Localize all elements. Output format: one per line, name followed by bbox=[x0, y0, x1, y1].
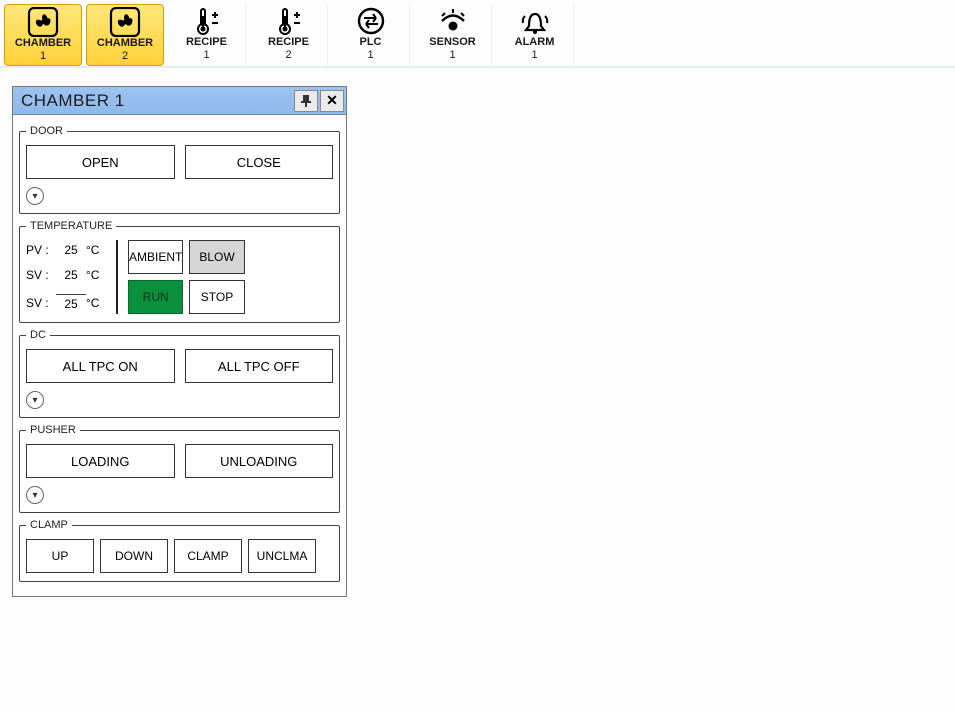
clamp-up-button[interactable]: UP bbox=[26, 539, 94, 573]
tab-label: PLC bbox=[360, 37, 382, 49]
panel-title-text: CHAMBER 1 bbox=[21, 91, 125, 111]
close-icon: ✕ bbox=[326, 92, 338, 109]
loading-label: LOADING bbox=[71, 454, 130, 469]
ambient-label: AMBIENT bbox=[129, 250, 182, 264]
sv1-value: 25 bbox=[56, 268, 86, 282]
stop-button[interactable]: STOP bbox=[189, 280, 244, 314]
close-button[interactable]: ✕ bbox=[320, 90, 344, 112]
clamp-group: CLAMP UP DOWN CLAMP UNCLMA bbox=[19, 519, 340, 582]
sv1-label: SV : bbox=[26, 268, 56, 282]
sv1-unit: °C bbox=[86, 268, 106, 282]
tab-chamber-1[interactable]: CHAMBER 1 bbox=[4, 4, 82, 66]
sv2-value[interactable]: 25 bbox=[56, 294, 86, 311]
pv-label: PV : bbox=[26, 243, 56, 257]
tab-label: CHAMBER bbox=[15, 38, 71, 50]
all-tpc-off-button[interactable]: ALL TPC OFF bbox=[185, 349, 334, 383]
tab-recipe-2[interactable]: RECIPE 2 bbox=[250, 4, 328, 66]
chevron-down-icon: ▾ bbox=[32, 395, 37, 406]
door-close-button[interactable]: CLOSE bbox=[185, 145, 334, 179]
tab-label: RECIPE bbox=[186, 37, 227, 49]
tab-chamber-2[interactable]: CHAMBER 2 bbox=[86, 4, 164, 66]
tab-sub: 1 bbox=[449, 49, 455, 61]
clamp-up-label: UP bbox=[52, 549, 69, 563]
stop-label: STOP bbox=[201, 290, 233, 304]
top-toolbar: CHAMBER 1 CHAMBER 2 bbox=[0, 0, 955, 68]
ambient-button[interactable]: AMBIENT bbox=[128, 240, 183, 274]
dc-expand-button[interactable]: ▾ bbox=[26, 391, 44, 409]
panel-titlebar: CHAMBER 1 ✕ bbox=[13, 87, 346, 115]
tab-alarm-1[interactable]: ALARM 1 bbox=[496, 4, 574, 66]
unclamp-label: UNCLMA bbox=[257, 549, 308, 563]
thermometer-icon bbox=[272, 6, 306, 36]
all-tpc-off-label: ALL TPC OFF bbox=[218, 359, 300, 374]
tab-label: ALARM bbox=[515, 37, 555, 49]
pin-icon bbox=[300, 94, 312, 108]
tab-sub: 2 bbox=[122, 50, 128, 62]
tab-sub: 2 bbox=[285, 49, 291, 61]
alarm-icon bbox=[518, 6, 552, 36]
clamp-label: CLAMP bbox=[187, 549, 228, 563]
chevron-down-icon: ▾ bbox=[32, 191, 37, 202]
door-group: DOOR OPEN CLOSE ▾ bbox=[19, 125, 340, 214]
pv-value: 25 bbox=[56, 243, 86, 257]
temperature-legend: TEMPERATURE bbox=[26, 220, 116, 232]
sensor-icon bbox=[436, 6, 470, 36]
loading-button[interactable]: LOADING bbox=[26, 444, 175, 478]
tab-sub: 1 bbox=[203, 49, 209, 61]
pusher-group: PUSHER LOADING UNLOADING ▾ bbox=[19, 424, 340, 513]
chevron-down-icon: ▾ bbox=[32, 490, 37, 501]
clamp-down-label: DOWN bbox=[115, 549, 153, 563]
blow-button[interactable]: BLOW bbox=[189, 240, 244, 274]
pv-unit: °C bbox=[86, 243, 106, 257]
blow-label: BLOW bbox=[199, 250, 234, 264]
dc-group: DC ALL TPC ON ALL TPC OFF ▾ bbox=[19, 329, 340, 418]
separator bbox=[116, 240, 118, 314]
clamp-legend: CLAMP bbox=[26, 519, 72, 531]
sv2-label: SV : bbox=[26, 296, 56, 310]
all-tpc-on-button[interactable]: ALL TPC ON bbox=[26, 349, 175, 383]
temperature-readouts: PV : 25 °C SV : 25 °C SV : 25 °C bbox=[26, 240, 106, 314]
door-close-label: CLOSE bbox=[237, 155, 281, 170]
pusher-legend: PUSHER bbox=[26, 424, 80, 436]
tab-sensor-1[interactable]: SENSOR 1 bbox=[414, 4, 492, 66]
unloading-button[interactable]: UNLOADING bbox=[185, 444, 334, 478]
sv2-unit: °C bbox=[86, 296, 106, 310]
swap-icon bbox=[354, 6, 388, 36]
tab-sub: 1 bbox=[40, 50, 46, 62]
door-open-label: OPEN bbox=[82, 155, 119, 170]
unloading-label: UNLOADING bbox=[220, 454, 297, 469]
run-label: RUN bbox=[143, 290, 169, 304]
door-expand-button[interactable]: ▾ bbox=[26, 187, 44, 205]
clamp-button[interactable]: CLAMP bbox=[174, 539, 242, 573]
tab-sub: 1 bbox=[367, 49, 373, 61]
pusher-expand-button[interactable]: ▾ bbox=[26, 486, 44, 504]
tab-label: CHAMBER bbox=[97, 38, 153, 50]
all-tpc-on-label: ALL TPC ON bbox=[63, 359, 138, 374]
dc-legend: DC bbox=[26, 329, 50, 341]
pin-button[interactable] bbox=[294, 90, 318, 112]
clamp-down-button[interactable]: DOWN bbox=[100, 539, 168, 573]
chamber-panel: CHAMBER 1 ✕ DOOR OPEN CLO bbox=[12, 86, 347, 597]
temperature-group: TEMPERATURE PV : 25 °C SV : 25 °C SV : 2… bbox=[19, 220, 340, 323]
fan-icon bbox=[26, 7, 60, 37]
tab-label: SENSOR bbox=[429, 37, 475, 49]
thermometer-icon bbox=[190, 6, 224, 36]
door-legend: DOOR bbox=[26, 125, 67, 137]
door-open-button[interactable]: OPEN bbox=[26, 145, 175, 179]
run-button[interactable]: RUN bbox=[128, 280, 183, 314]
tab-label: RECIPE bbox=[268, 37, 309, 49]
tab-sub: 1 bbox=[531, 49, 537, 61]
fan-icon bbox=[108, 7, 142, 37]
tab-plc-1[interactable]: PLC 1 bbox=[332, 4, 410, 66]
panel-body: DOOR OPEN CLOSE ▾ TEMPERATURE PV : 25 °C bbox=[13, 115, 346, 596]
tab-recipe-1[interactable]: RECIPE 1 bbox=[168, 4, 246, 66]
unclamp-button[interactable]: UNCLMA bbox=[248, 539, 316, 573]
